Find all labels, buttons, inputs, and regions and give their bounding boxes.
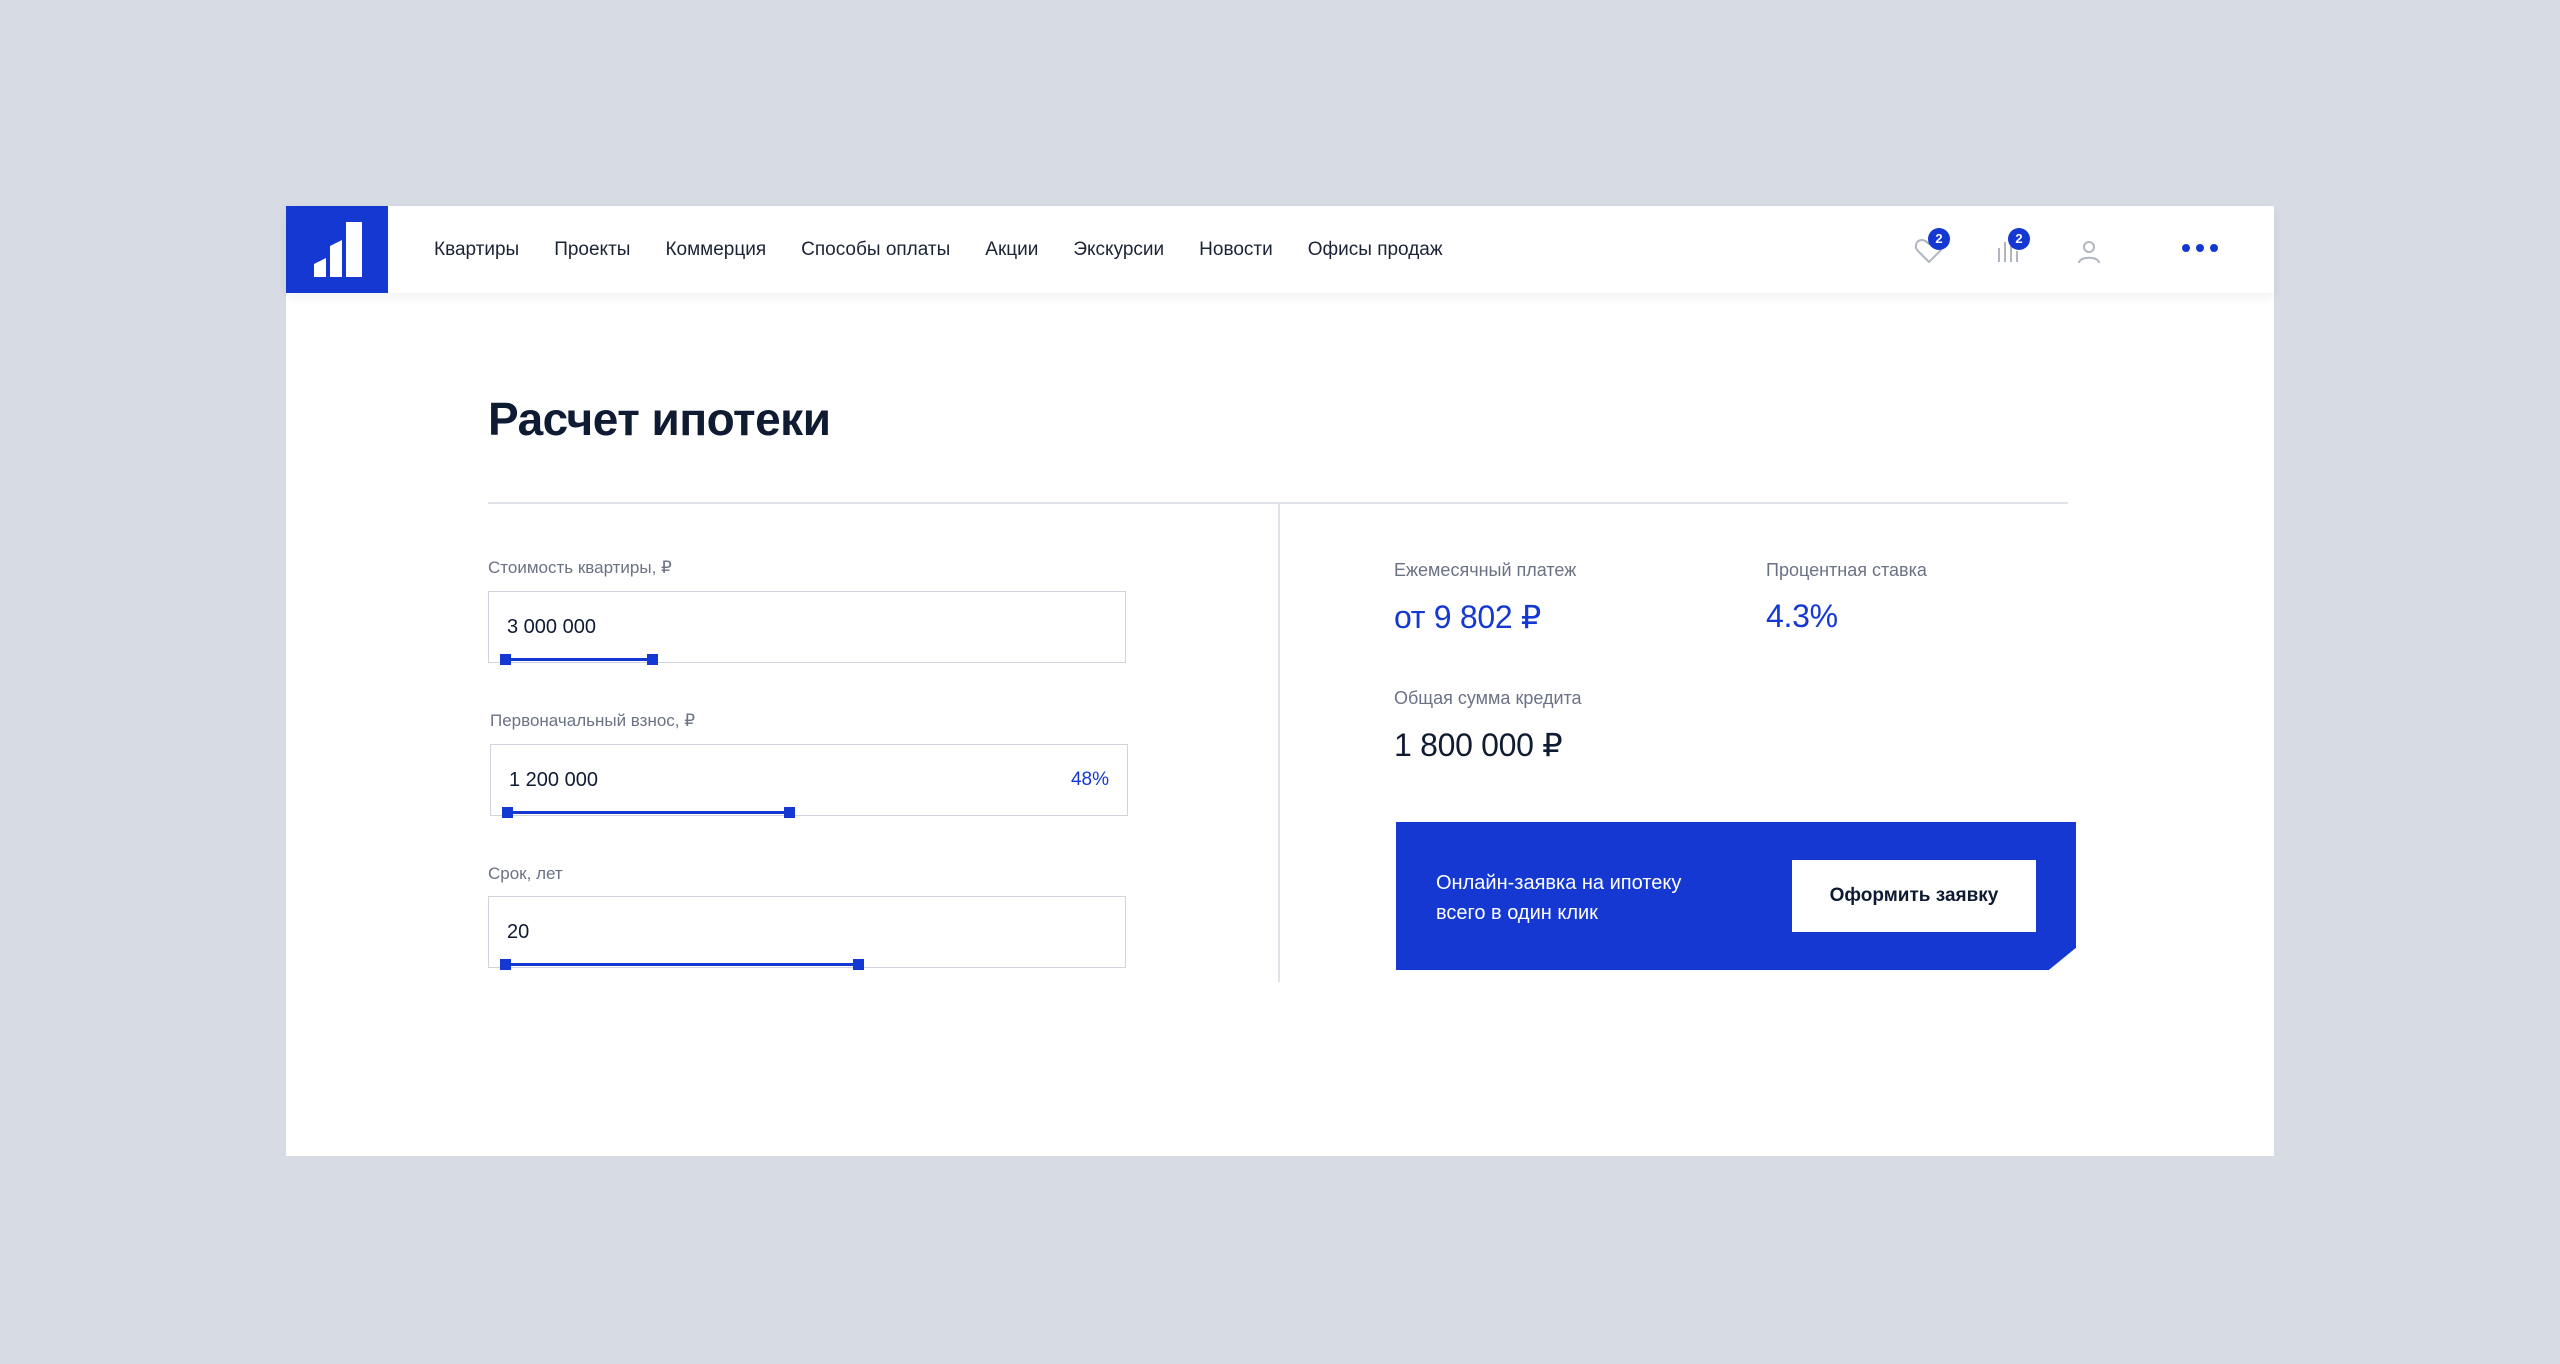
down-payment-value: 1 200 000 (509, 769, 598, 791)
promo-line-1: Онлайн-заявка на ипотеку (1436, 872, 1682, 894)
compare-button[interactable]: 2 (1994, 228, 2030, 266)
logo[interactable] (286, 206, 388, 293)
nav-item-apartments[interactable]: Квартиры (434, 239, 519, 261)
user-icon (2078, 241, 2100, 264)
main-nav: Квартиры Проекты Коммерция Способы оплат… (434, 206, 1478, 293)
more-icon (2182, 244, 2190, 252)
nav-item-projects[interactable]: Проекты (554, 239, 630, 261)
total-credit-label: Общая сумма кредита (1394, 688, 1582, 708)
down-payment-percent: 48% (1070, 769, 1109, 790)
price-slider-min-handle[interactable] (500, 654, 511, 665)
down-payment-slider-handle[interactable] (784, 807, 795, 818)
monthly-payment-label: Ежемесячный платеж (1394, 560, 1577, 580)
mortgage-application-banner: Онлайн-заявка на ипотеку всего в один кл… (1396, 822, 2076, 970)
nav-item-tours[interactable]: Экскурсии (1073, 239, 1164, 261)
price-slider-handle[interactable] (647, 654, 658, 665)
interest-rate-label: Процентная ставка (1766, 560, 1927, 580)
price-field[interactable]: 3 000 000 (488, 591, 1126, 665)
total-credit-value: 1 800 000 ₽ (1394, 727, 1563, 763)
nav-item-commercial[interactable]: Коммерция (665, 239, 766, 261)
page-title: Расчет ипотеки (488, 393, 831, 445)
page-card: Квартиры Проекты Коммерция Способы оплат… (286, 206, 2274, 1156)
term-slider-min-handle[interactable] (500, 959, 511, 970)
price-value: 3 000 000 (507, 616, 596, 638)
price-label: Стоимость квартиры, ₽ (488, 558, 672, 577)
nav-item-payment-methods[interactable]: Способы оплаты (801, 239, 950, 261)
nav-item-sales-offices[interactable]: Офисы продаж (1308, 239, 1443, 261)
favorites-button[interactable]: 2 (1914, 228, 1950, 266)
term-label: Срок, лет (488, 864, 563, 883)
divider-vertical (1278, 504, 1280, 982)
term-slider-handle[interactable] (853, 959, 864, 970)
price-slider[interactable] (500, 654, 658, 665)
term-field[interactable]: 20 (488, 896, 1126, 970)
site-header: Квартиры Проекты Коммерция Способы оплат… (286, 206, 2274, 293)
term-value: 20 (507, 921, 530, 943)
promo-text: Онлайн-заявка на ипотеку всего в один кл… (1436, 868, 1681, 928)
promo-line-2: всего в один клик (1436, 902, 1598, 924)
compare-count-badge: 2 (2008, 228, 2030, 250)
nav-item-news[interactable]: Новости (1199, 239, 1273, 261)
down-payment-label: Первоначальный взнос, ₽ (490, 711, 696, 730)
down-payment-field[interactable]: 1 200 000 48% (490, 744, 1128, 818)
monthly-payment-value: от 9 802 ₽ (1394, 599, 1541, 635)
logo-icon (314, 222, 362, 277)
favorites-count-badge: 2 (1928, 228, 1950, 250)
down-payment-slider-min-handle[interactable] (502, 807, 513, 818)
interest-rate-value: 4.3% (1766, 598, 1838, 634)
more-menu-button[interactable] (2182, 244, 2218, 252)
apply-button[interactable]: Оформить заявку (1792, 860, 2036, 932)
down-payment-slider[interactable] (502, 807, 795, 818)
term-slider[interactable] (500, 959, 864, 970)
profile-button[interactable] (2074, 236, 2104, 266)
nav-item-promotions[interactable]: Акции (985, 239, 1038, 261)
